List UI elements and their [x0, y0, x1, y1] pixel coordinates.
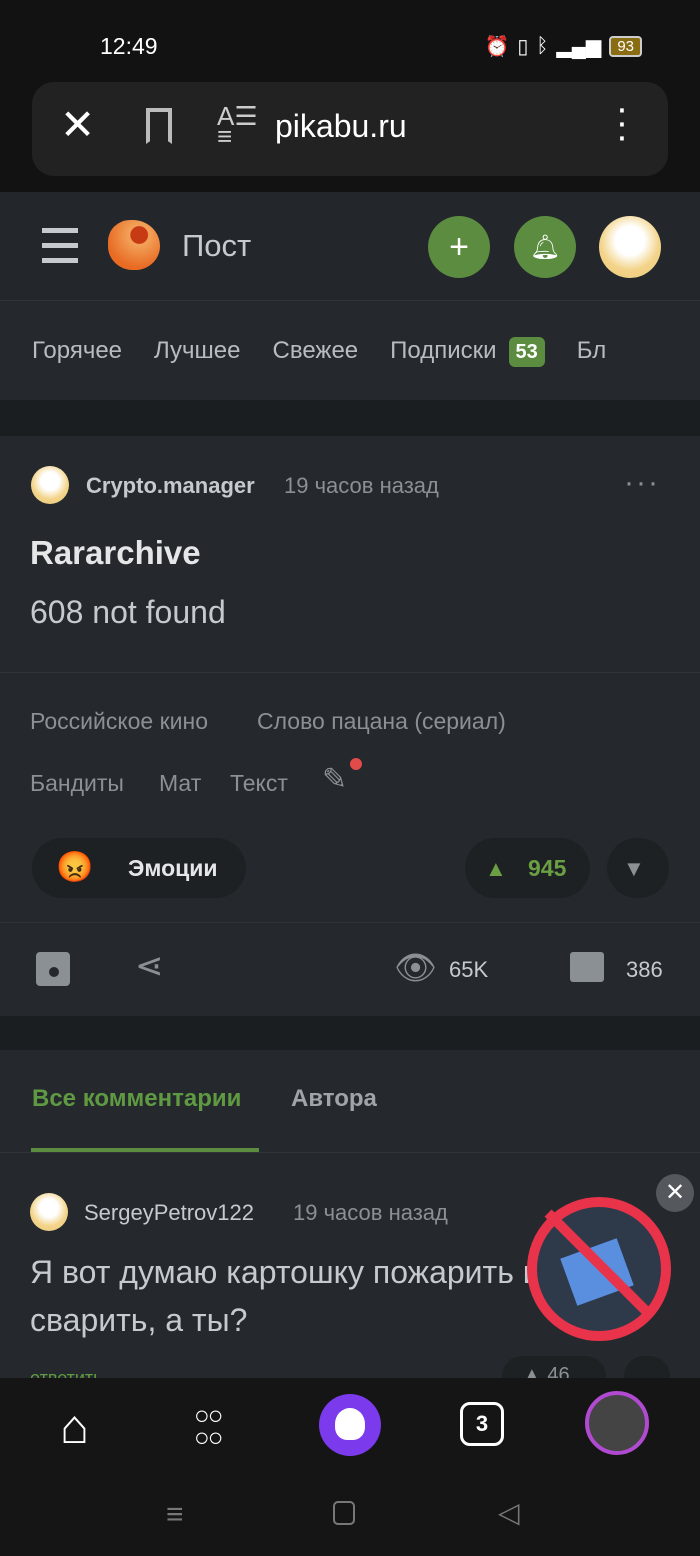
author-avatar[interactable] [31, 466, 69, 504]
share-icon[interactable]: ⋖ [135, 946, 164, 986]
downvote-icon: ▼ [623, 856, 645, 881]
edit-tags-icon[interactable]: ✎ [322, 758, 362, 797]
comment-author[interactable]: SergeyPetrov122 [84, 1200, 254, 1226]
tag[interactable]: Слово пацана (сериал) [257, 708, 506, 735]
tag[interactable]: Российское кино [30, 708, 208, 735]
comments-count[interactable]: 386 [626, 957, 663, 983]
clock: 12:49 [100, 33, 158, 59]
tab-fresh[interactable]: Свежее [273, 337, 359, 365]
tab-blogs[interactable]: Бл [577, 337, 606, 365]
post-body: 608 not found [30, 594, 226, 630]
battery-icon: 93 [609, 36, 642, 57]
views-count: 65K [449, 957, 489, 982]
tab-hot[interactable]: Горячее [32, 337, 122, 365]
signal-icon: ▂▄▆ [556, 36, 602, 58]
page-title: Пост [182, 228, 252, 263]
emotions-label: Эмоции [128, 855, 218, 881]
emotion-faces-icon: 😡 [56, 851, 94, 884]
tabs-count-button[interactable]: 3 [460, 1402, 504, 1446]
tab-all-comments[interactable]: Все комментарии [32, 1085, 241, 1113]
commenter-avatar[interactable] [30, 1193, 68, 1231]
close-icon[interactable]: ✕ [60, 100, 95, 149]
post-time: 19 часов назад [284, 473, 439, 498]
alarm-icon: ⏰ [484, 36, 510, 58]
site-header: Пост + 🔔︎ [0, 192, 700, 300]
upvote-button[interactable]: ▲ 945 [465, 838, 590, 898]
post-card: Crypto.manager 19 часов назад ··· Rararc… [0, 436, 700, 1016]
divider [0, 922, 700, 923]
menu-icon[interactable] [42, 228, 78, 264]
tab-label: Подписки [390, 336, 497, 364]
tag[interactable]: Бандиты [30, 770, 124, 797]
bookmark-icon[interactable] [146, 108, 172, 144]
apps-grid-icon[interactable]: ○○ ○○ [194, 1402, 223, 1450]
system-back-icon[interactable]: ◁ [498, 1496, 520, 1529]
save-icon[interactable] [36, 952, 70, 986]
tag[interactable]: Текст [230, 770, 288, 797]
system-home-icon[interactable] [333, 1501, 355, 1525]
notifications-button[interactable]: 🔔︎ [514, 216, 576, 278]
divider [0, 672, 700, 673]
browser-bottom-bar: ⌂ ○○ ○○ 3 ≡ ◁ [0, 1378, 700, 1556]
more-horiz-icon[interactable]: ··· [624, 466, 660, 500]
home-icon[interactable]: ⌂ [60, 1400, 89, 1455]
status-icons: ⏰ ▯ ᛒ ▂▄▆ 93 [484, 34, 642, 59]
add-post-button[interactable]: + [428, 216, 490, 278]
divider [0, 1152, 700, 1153]
vibrate-icon: ▯ [517, 36, 529, 58]
post-title[interactable]: Rararchive [30, 534, 201, 572]
comments-section: Все комментарии Автора SergeyPetrov122 1… [0, 1050, 700, 1396]
post-author[interactable]: Crypto.manager [86, 473, 255, 499]
comment-time: 19 часов назад [293, 1200, 448, 1225]
reader-mode-icon[interactable]: A☰ ≡ [217, 103, 258, 149]
downvote-button[interactable]: ▼ [607, 838, 669, 898]
feed-tabs: Горячее Лучшее Свежее Подписки 53 Бл [0, 300, 700, 400]
bluetooth-icon: ᛒ [536, 35, 549, 57]
upvote-icon: ▲ [485, 856, 507, 881]
comments-icon[interactable] [570, 952, 604, 982]
close-banner-icon[interactable]: ✕ [656, 1174, 694, 1212]
url-text[interactable]: pikabu.ru [275, 108, 407, 145]
pikabu-logo[interactable] [108, 220, 160, 270]
tab-subscriptions[interactable]: Подписки 53 [390, 336, 545, 367]
browser-address-bar[interactable]: ✕ A☰ ≡ pikabu.ru · · · [32, 82, 668, 176]
prohibited-icon [544, 1209, 654, 1319]
system-recents-icon[interactable]: ≡ [166, 1498, 184, 1532]
emotions-button[interactable]: 😡 Эмоции [32, 838, 246, 898]
more-vert-icon[interactable]: · · · [612, 90, 632, 156]
bell-icon: 🔔︎ [529, 233, 561, 261]
tab-author-comments[interactable]: Автора [291, 1085, 377, 1113]
reply-link[interactable]: ответить [30, 1368, 103, 1378]
floating-promo-banner[interactable] [527, 1197, 671, 1341]
plus-icon: + [449, 227, 469, 266]
post-rating: 945 [528, 855, 567, 881]
subscriptions-badge: 53 [508, 336, 545, 367]
tab-best[interactable]: Лучшее [154, 337, 240, 365]
profile-avatar[interactable] [585, 1391, 649, 1455]
tag[interactable]: Мат [159, 770, 201, 797]
views-icon: 👁︎ [394, 949, 438, 987]
user-avatar[interactable] [599, 216, 661, 278]
alice-assistant-button[interactable] [319, 1394, 381, 1456]
